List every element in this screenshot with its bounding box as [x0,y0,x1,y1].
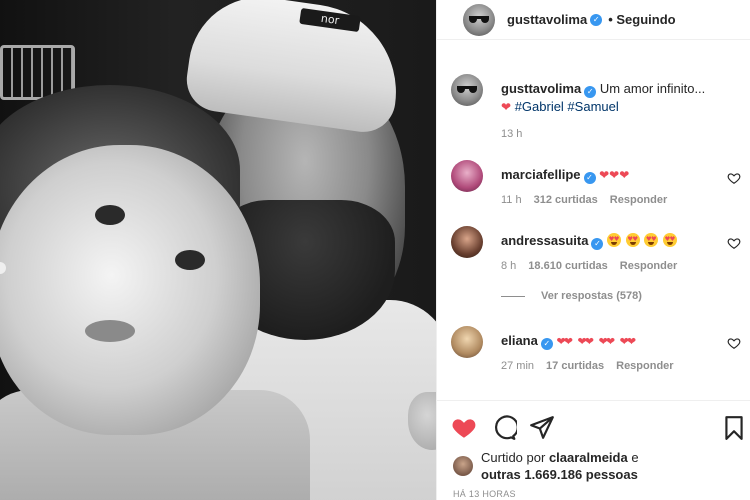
heart-eyes-emoji [644,233,659,247]
verified-icon: ✓ [591,238,604,250]
small-heart-icon[interactable] [727,336,741,350]
follow-status[interactable]: • Seguindo [608,12,675,27]
comment-likes[interactable]: 18.610 curtidas [528,260,608,272]
likes-summary: Curtido por claaralmeida e outras 1.669.… [453,449,639,483]
verified-icon: ✓ [540,338,553,350]
reply-button[interactable]: Responder [616,360,673,372]
post-side-panel: gusttavolima ✓ • Seguindo gusttavolima ✓ … [436,0,750,500]
commenter-username[interactable]: marciafellipe [501,167,581,182]
bookmark-icon[interactable] [721,415,747,441]
post-actions: Curtido por claaralmeida e outras 1.669.… [437,400,750,500]
heart-eyes-emoji [625,233,640,247]
commenter-avatar[interactable] [451,226,483,258]
commenter-avatar[interactable] [451,326,483,358]
comment-meta: 8 h 18.610 curtidas Responder [501,260,677,272]
heart-emoji: ❤ [501,100,512,114]
likes-count[interactable]: outras 1.669.186 pessoas [481,467,638,482]
verified-icon: ✓ [590,13,603,26]
comment-meta: 27 min 17 curtidas Responder [501,360,674,372]
caption-author-avatar[interactable] [451,74,483,106]
baby-face [0,145,260,435]
two-hearts-emoji: ❤❤ [577,336,595,348]
caption-hashtags[interactable]: #Gabriel #Samuel [515,99,619,114]
comment-time: 11 h [501,194,522,206]
caption-author-username[interactable]: gusttavolima [501,81,581,96]
two-hearts-emoji: ❤❤ [598,336,616,348]
baby-eye-left [95,205,125,225]
comment-likes[interactable]: 17 curtidas [546,360,604,372]
replies-divider [501,295,525,297]
verified-icon: ✓ [583,172,596,184]
two-hearts-emoji: ❤❤ [556,336,573,348]
commenter-username[interactable]: andressasuita [501,233,588,248]
liked-by-prefix: Curtido por [481,450,546,465]
view-replies-label: Ver respostas (578) [541,290,642,302]
heart-filled-icon[interactable] [451,415,477,441]
comment-meta: 11 h 312 curtidas Responder [501,194,667,206]
reply-button[interactable]: Responder [610,194,667,206]
post-header: gusttavolima ✓ • Seguindo [437,0,750,40]
heart-eyes-emoji [607,233,622,247]
baby-mouth [85,320,135,342]
comment-time: 8 h [501,260,517,272]
heart-eyes-emoji [662,233,677,247]
caption-time: 13 h [501,128,523,140]
liked-by-suffix: e [631,450,639,465]
commenter-avatar[interactable] [451,160,483,192]
verified-icon: ✓ [584,86,597,98]
liker-avatar[interactable] [453,456,473,476]
comment-likes[interactable]: 312 curtidas [534,194,598,206]
commenter-username[interactable]: eliana [501,333,538,348]
comment-icon[interactable] [491,415,517,441]
comments-list: gusttavolima ✓ Um amor infinito... ❤ #Gab… [437,60,750,390]
reply-button[interactable]: Responder [620,260,677,272]
comment-time: 27 min [501,360,535,372]
share-icon[interactable] [529,415,555,441]
view-replies-button[interactable]: Ver respostas (578) [501,290,642,302]
baby-eye-right [175,250,205,270]
comment-emojis [607,233,678,248]
post-timestamp[interactable]: HÁ 13 HORAS [453,489,516,499]
author-username[interactable]: gusttavolima [507,12,587,27]
two-hearts-emoji: ❤❤ [619,336,637,348]
post-photo[interactable]: nor [0,0,436,500]
author-avatar[interactable] [463,3,495,36]
comment-emojis: ❤❤ ❤❤ ❤❤ ❤❤ [556,333,637,348]
liker-username[interactable]: claaralmeida [549,450,628,465]
small-heart-icon[interactable] [727,236,741,250]
caption-text: Um amor infinito... [599,81,706,96]
small-heart-icon[interactable] [727,171,741,185]
comment-text: ❤❤❤ [599,168,630,182]
